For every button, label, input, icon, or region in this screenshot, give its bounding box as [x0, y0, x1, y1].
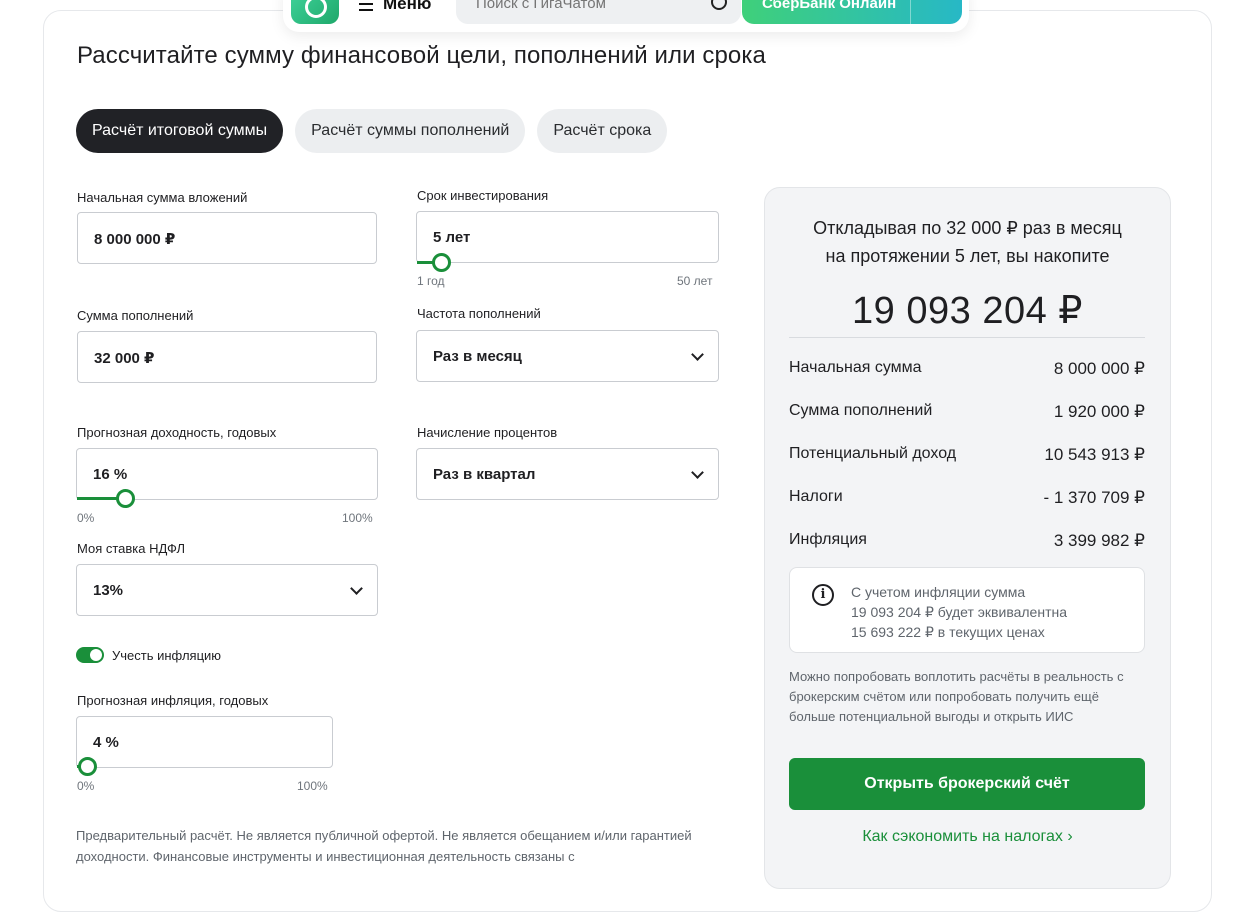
term-min-label: 1 год [417, 274, 445, 288]
term-input[interactable]: 5 лет [416, 211, 719, 263]
inflation-slider-handle[interactable] [78, 757, 97, 776]
term-value: 5 лет [433, 229, 471, 246]
result-row-label: Потенциальный доход [789, 445, 957, 462]
disclaimer-text: Предварительный расчёт. Не является публ… [76, 828, 692, 864]
interest-value: Раз в квартал [433, 466, 536, 483]
result-row-label: Сумма пополнений [789, 402, 933, 419]
inflation-info-box: i С учетом инфляции сумма 19 093 204 ₽ б… [789, 567, 1145, 653]
initial-amount-input[interactable]: 8 000 000 ₽ [77, 212, 377, 264]
yield-value: 16 % [93, 466, 128, 483]
interest-label: Начисление процентов [417, 425, 558, 440]
term-slider-handle[interactable] [432, 253, 451, 272]
result-row-label: Инфляция [789, 531, 867, 548]
menu-label: Меню [383, 0, 432, 13]
yield-label: Прогнозная доходность, годовых [77, 425, 277, 440]
yield-slider-handle[interactable] [116, 489, 135, 508]
result-row: Потенциальный доход 10 543 913 ₽ [789, 445, 1145, 469]
result-row: Начальная сумма 8 000 000 ₽ [789, 359, 1145, 383]
yield-min-label: 0% [77, 511, 95, 525]
result-row-value: 10 543 913 ₽ [1044, 445, 1145, 464]
term-max-label: 50 лет [677, 274, 713, 288]
result-row-label: Начальная сумма [789, 359, 922, 376]
result-row-value: 3 399 982 ₽ [1053, 531, 1145, 550]
interest-select[interactable]: Раз в квартал [416, 448, 719, 500]
tax-savings-link[interactable]: Как сэкономить на налогах › [765, 828, 1170, 846]
search-input[interactable] [474, 0, 698, 22]
contribution-input[interactable]: 32 000 ₽ [77, 331, 377, 383]
chevron-down-icon [691, 466, 704, 479]
tab-term[interactable]: Расчёт срока [537, 109, 668, 153]
chevron-down-icon [691, 348, 704, 361]
result-row: Налоги - 1 370 709 ₽ [789, 488, 1145, 512]
frequency-label: Частота пополнений [417, 306, 541, 321]
contribution-value: 32 000 ₽ [94, 350, 155, 367]
inflation-max-label: 100% [297, 779, 328, 793]
tax-rate-select[interactable]: 13% [76, 564, 378, 616]
result-row: Инфляция 3 399 982 ₽ [789, 531, 1145, 555]
frequency-select[interactable]: Раз в месяц [416, 330, 719, 382]
toggle-knob [90, 649, 102, 661]
inflation-value: 4 % [93, 734, 119, 751]
initial-amount-label: Начальная сумма вложений [77, 190, 248, 205]
tax-rate-label: Моя ставка НДФЛ [77, 541, 186, 556]
top-header: Меню СберБанк Онлайн [283, 0, 969, 32]
result-row-label: Налоги [789, 488, 843, 505]
tab-contribution-sum[interactable]: Расчёт суммы пополнений [295, 109, 526, 153]
open-brokerage-button[interactable]: Открыть брокерский счёт [789, 758, 1145, 810]
initial-amount-value: 8 000 000 ₽ [94, 231, 176, 248]
inflation-slider[interactable] [77, 757, 333, 776]
calc-tabs: Расчёт итоговой суммы Расчёт суммы попол… [76, 109, 668, 153]
yield-slider[interactable] [77, 489, 377, 508]
contribution-label: Сумма пополнений [77, 308, 194, 323]
sberbank-online-button[interactable]: СберБанк Онлайн [742, 0, 962, 24]
frequency-value: Раз в месяц [433, 348, 522, 365]
result-note: Можно попробовать воплотить расчёты в ре… [789, 669, 1124, 724]
tab-total-sum[interactable]: Расчёт итоговой суммы [76, 109, 284, 153]
inflation-info-text: С учетом инфляции сумма 19 093 204 ₽ буд… [851, 582, 1131, 642]
search-box[interactable] [456, 0, 741, 24]
info-line: С учетом инфляции сумма [851, 584, 1026, 600]
info-line: 15 693 222 ₽ в текущих ценах [851, 624, 1045, 640]
inflation-toggle-label: Учесть инфляцию [112, 648, 222, 663]
result-row-value: 8 000 000 ₽ [1053, 359, 1145, 378]
result-row-value: 1 920 000 ₽ [1053, 402, 1145, 421]
term-slider[interactable] [417, 253, 719, 272]
result-divider [789, 337, 1145, 338]
result-card: Откладывая по 32 000 ₽ раз в месяц на пр… [764, 187, 1171, 889]
inflation-toggle[interactable] [76, 647, 104, 663]
chevron-down-icon [350, 582, 363, 595]
result-headline: Откладывая по 32 000 ₽ раз в месяц на пр… [765, 214, 1170, 270]
term-label: Срок инвестирования [417, 188, 549, 203]
info-line: 19 093 204 ₽ будет эквивалентна [851, 604, 1068, 620]
menu-button[interactable]: Меню [359, 0, 431, 16]
result-total: 19 093 204 ₽ [852, 290, 1083, 332]
online-label: СберБанк Онлайн [762, 0, 897, 12]
info-icon: i [812, 584, 834, 606]
inflation-label: Прогнозная инфляция, годовых [77, 693, 269, 708]
page-title: Рассчитайте сумму финансовой цели, попол… [77, 42, 766, 69]
result-headline-line2: на протяжении 5 лет, вы накопите [825, 246, 1110, 266]
inflation-min-label: 0% [77, 779, 95, 793]
tax-rate-value: 13% [93, 582, 124, 599]
online-divider [910, 0, 911, 24]
result-row-value: - 1 370 709 ₽ [1043, 488, 1145, 507]
yield-max-label: 100% [342, 511, 373, 525]
result-headline-line1: Откладывая по 32 000 ₽ раз в месяц [813, 218, 1122, 238]
search-icon[interactable] [711, 0, 727, 10]
sber-logo-icon[interactable] [291, 0, 339, 24]
result-row: Сумма пополнений 1 920 000 ₽ [789, 402, 1145, 426]
burger-icon [359, 0, 373, 11]
inflation-input[interactable]: 4 % [76, 716, 333, 768]
